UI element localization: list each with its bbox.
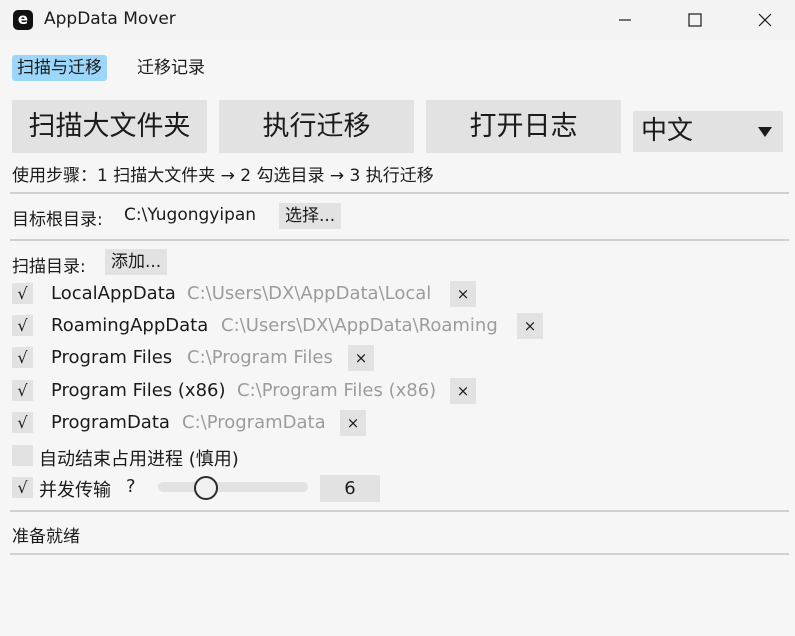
maximize-button[interactable]	[672, 0, 718, 40]
title-bar: e AppData Mover	[0, 0, 795, 40]
remove-scan-dir-button[interactable]: ×	[450, 281, 476, 307]
remove-scan-dir-button[interactable]: ×	[517, 313, 543, 339]
tab-scan-migrate[interactable]: 扫描与迁移	[12, 55, 107, 81]
scan-dir-path: C:\Users\DX\AppData\Roaming	[221, 315, 498, 336]
scan-dir-checkbox[interactable]: √	[12, 347, 33, 368]
remove-scan-dir-button[interactable]: ×	[340, 410, 366, 436]
scan-dir-checkbox[interactable]: √	[12, 283, 33, 304]
scan-dir-path: C:\Program Files (x86)	[237, 380, 437, 401]
scan-dir-name: LocalAppData	[51, 283, 176, 304]
divider	[10, 192, 789, 194]
divider	[10, 239, 789, 241]
help-icon[interactable]: ?	[126, 476, 136, 497]
auto-kill-label: 自动结束占用进程 (慎用)	[39, 449, 239, 470]
scan-dir-checkbox[interactable]: √	[12, 412, 33, 433]
language-value: 中文	[641, 116, 694, 146]
concurrent-label: 并发传输	[39, 480, 111, 501]
concurrency-slider-thumb[interactable]	[194, 476, 218, 500]
target-root-label: 目标根目录:	[12, 210, 103, 230]
status-text: 准备就绪	[12, 527, 80, 547]
concurrent-checkbox[interactable]: √	[12, 477, 33, 498]
scan-dir-path: C:\ProgramData	[182, 412, 326, 433]
concurrency-slider-track[interactable]	[158, 482, 308, 492]
scan-dir-checkbox[interactable]: √	[12, 315, 33, 336]
scan-large-folders-button[interactable]: 扫描大文件夹	[12, 100, 207, 153]
usage-steps: 使用步骤：1 扫描大文件夹 → 2 勾选目录 → 3 执行迁移	[12, 166, 434, 186]
remove-scan-dir-button[interactable]: ×	[450, 378, 476, 404]
dropdown-arrow-icon	[758, 127, 772, 137]
close-icon	[758, 13, 772, 27]
language-select[interactable]: 中文	[633, 111, 783, 152]
close-button[interactable]	[742, 0, 788, 40]
maximize-icon	[688, 13, 702, 27]
tab-migration-history[interactable]: 迁移记录	[132, 55, 210, 81]
scan-dir-name: ProgramData	[51, 412, 170, 433]
scan-dirs-label: 扫描目录:	[12, 257, 86, 277]
app-logo-icon: e	[13, 10, 33, 30]
scan-dir-path: C:\Program Files	[187, 347, 333, 368]
scan-dir-name: Program Files	[51, 347, 173, 368]
minimize-icon	[619, 19, 631, 21]
choose-target-button[interactable]: 选择...	[279, 203, 342, 229]
remove-scan-dir-button[interactable]: ×	[348, 345, 374, 371]
divider	[10, 510, 789, 512]
auto-kill-checkbox[interactable]	[12, 445, 33, 466]
scan-dir-name: RoamingAppData	[51, 315, 209, 336]
scan-dir-name: Program Files (x86)	[51, 380, 226, 401]
divider	[10, 553, 789, 555]
run-migration-button[interactable]: 执行迁移	[219, 100, 414, 153]
open-log-button[interactable]: 打开日志	[426, 100, 621, 153]
scan-dir-path: C:\Users\DX\AppData\Local	[187, 283, 432, 304]
target-root-path: C:\Yugongyipan	[124, 205, 257, 225]
minimize-button[interactable]	[602, 0, 648, 40]
scan-dir-checkbox[interactable]: √	[12, 380, 33, 401]
window-title: AppData Mover	[44, 9, 176, 29]
add-scan-dir-button[interactable]: 添加...	[105, 249, 168, 275]
concurrency-value[interactable]: 6	[320, 475, 380, 502]
